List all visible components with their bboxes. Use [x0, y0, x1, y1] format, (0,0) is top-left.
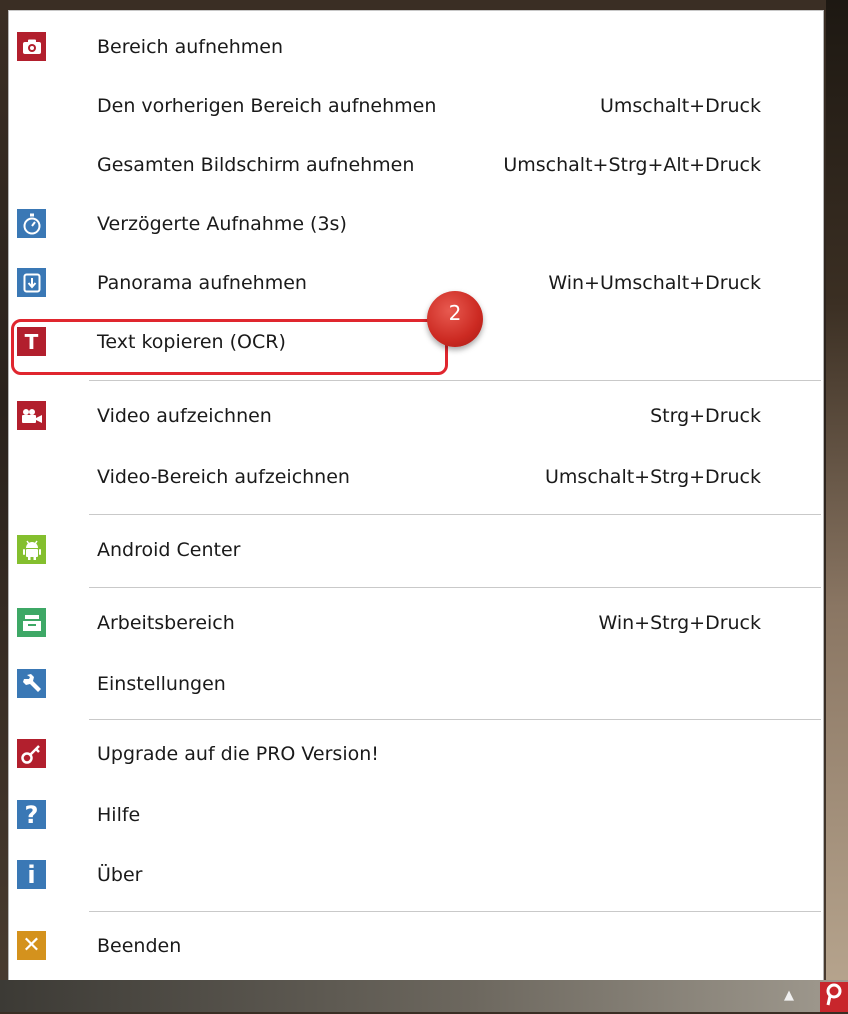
- menu-item-label: Upgrade auf die PRO Version!: [97, 743, 379, 765]
- menu-item-ueber[interactable]: i Über: [9, 846, 823, 904]
- menu-item-hilfe[interactable]: ? Hilfe: [9, 786, 823, 844]
- menu-item-shortcut: Umschalt+Strg+Druck: [545, 466, 761, 488]
- menu-item-label: Verzögerte Aufnahme (3s): [97, 213, 347, 235]
- menu-item-label: Android Center: [97, 539, 241, 561]
- desktop-background: [826, 0, 848, 1012]
- menu-item-gesamten-bildschirm[interactable]: Gesamten Bildschirm aufnehmen Umschalt+S…: [9, 136, 823, 194]
- menu-item-vorherigen-bereich[interactable]: Den vorherigen Bereich aufnehmen Umschal…: [9, 77, 823, 135]
- camera-icon: [17, 32, 46, 61]
- menu-item-label: Hilfe: [97, 804, 141, 826]
- menu-separator: [89, 514, 821, 515]
- menu-item-video-bereich[interactable]: Video-Bereich aufzeichnen Umschalt+Strg+…: [9, 448, 823, 506]
- menu-item-upgrade-pro[interactable]: Upgrade auf die PRO Version!: [9, 725, 823, 783]
- menu-item-bereich-aufnehmen[interactable]: Bereich aufnehmen: [9, 18, 823, 76]
- menu-item-shortcut: Strg+Druck: [650, 405, 761, 427]
- tray-up-arrow-icon[interactable]: ▲: [780, 987, 798, 1005]
- menu-item-label: Bereich aufnehmen: [97, 36, 284, 58]
- menu-item-label: Panorama aufnehmen: [97, 272, 307, 294]
- menu-item-shortcut: Win+Umschalt+Druck: [548, 272, 761, 294]
- question-icon: ?: [17, 800, 46, 829]
- menu-item-arbeitsbereich[interactable]: Arbeitsbereich Win+Strg+Druck: [9, 594, 823, 652]
- menu-item-label: Gesamten Bildschirm aufnehmen: [97, 154, 415, 176]
- menu-item-verzoegerte-aufnahme[interactable]: Verzögerte Aufnahme (3s): [9, 195, 823, 253]
- menu-item-shortcut: Win+Strg+Druck: [598, 612, 761, 634]
- menu-separator: [89, 587, 821, 588]
- menu-item-panorama[interactable]: Panorama aufnehmen Win+Umschalt+Druck: [9, 254, 823, 312]
- menu-item-label: Arbeitsbereich: [97, 612, 235, 634]
- stopwatch-icon: [17, 209, 46, 238]
- step-number: 2: [448, 301, 462, 325]
- menu-separator: [89, 719, 821, 720]
- key-icon: [17, 739, 46, 768]
- menu-item-label: Über: [97, 864, 143, 886]
- menu-item-shortcut: Umschalt+Strg+Alt+Druck: [503, 154, 761, 176]
- wrench-icon: [17, 669, 46, 698]
- workspace-tray-icon: [17, 608, 46, 637]
- video-camera-icon: [17, 401, 46, 430]
- menu-separator: [89, 911, 821, 912]
- close-x-icon: ✕: [17, 931, 46, 960]
- step-number-badge: 2: [427, 291, 483, 347]
- menu-item-video-aufzeichnen[interactable]: Video aufzeichnen Strg+Druck: [9, 387, 823, 445]
- menu-item-label: Beenden: [97, 935, 182, 957]
- panorama-scroll-icon: [17, 268, 46, 297]
- info-icon: i: [17, 860, 46, 889]
- picpick-logo-icon[interactable]: [820, 982, 848, 1012]
- menu-item-shortcut: Umschalt+Druck: [599, 95, 761, 117]
- menu-item-label: Den vorherigen Bereich aufnehmen: [97, 95, 437, 117]
- android-icon: [17, 535, 46, 564]
- menu-item-label: Video aufzeichnen: [97, 405, 272, 427]
- taskbar: [0, 980, 848, 1012]
- menu-separator: [89, 380, 821, 381]
- context-menu: Bereich aufnehmen Den vorherigen Bereich…: [8, 10, 824, 980]
- menu-item-label: Video-Bereich aufzeichnen: [97, 466, 350, 488]
- menu-item-einstellungen[interactable]: Einstellungen: [9, 655, 823, 713]
- ocr-highlight-box: [11, 319, 448, 375]
- menu-item-beenden[interactable]: ✕ Beenden: [9, 917, 823, 975]
- menu-item-label: Einstellungen: [97, 673, 226, 695]
- menu-item-android-center[interactable]: Android Center: [9, 521, 823, 579]
